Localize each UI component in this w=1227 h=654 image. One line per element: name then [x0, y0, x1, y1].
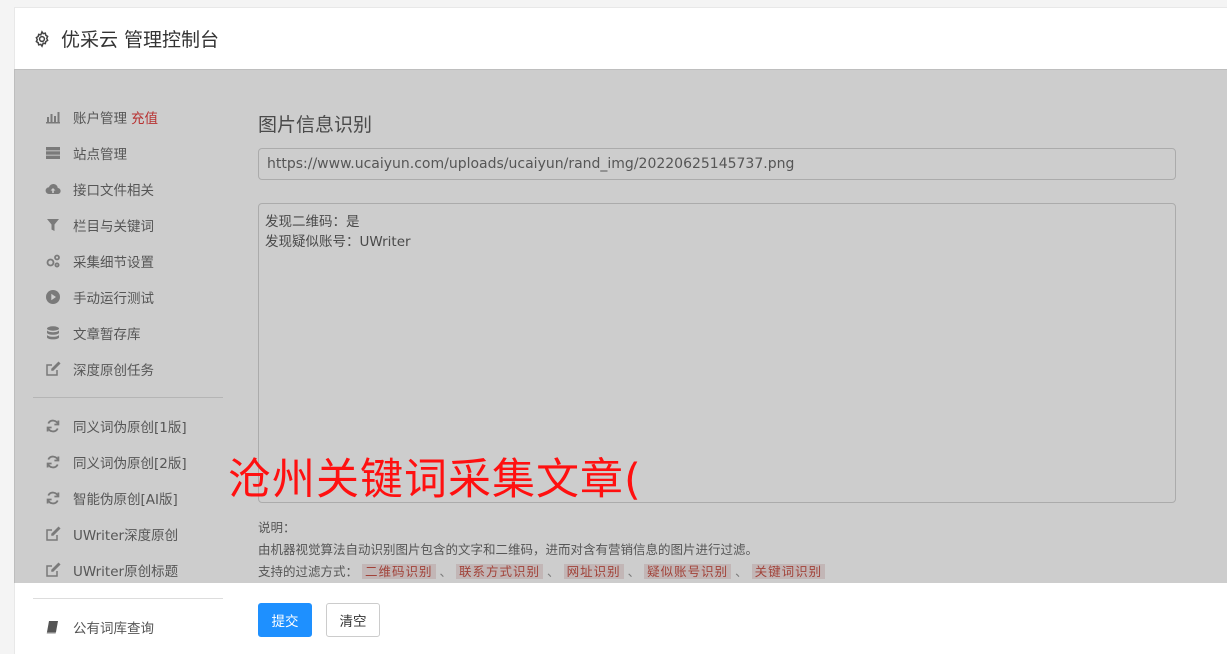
image-url-input[interactable] — [258, 148, 1176, 180]
edit-icon — [46, 361, 61, 376]
sidebar-item-label: 公有词库查询 — [73, 621, 154, 637]
sidebar-item-label: UWriter深度原创 — [73, 528, 179, 544]
sidebar-item-label: 账户管理 — [73, 111, 127, 127]
sidebar-item-deep-original-task[interactable]: 深度原创任务 — [45, 357, 154, 381]
sidebar-item-api-files[interactable]: 接口文件相关 — [45, 177, 154, 201]
sidebar-item-label: 文章暂存库 — [73, 327, 141, 343]
filter-separator: 、 — [627, 564, 641, 579]
description: 说明： 由机器视觉算法自动识别图片包含的文字和二维码，进而对含有营销信息的图片进… — [258, 517, 826, 583]
sidebar-item-label: 智能伪原创[AI版] — [73, 492, 178, 508]
sidebar-item-label: 栏目与关键词 — [73, 219, 154, 235]
refresh-icon — [46, 419, 60, 433]
gears-icon — [46, 254, 60, 268]
sidebar-item-columns-keywords[interactable]: 栏目与关键词 — [45, 213, 154, 237]
refresh-icon — [46, 491, 60, 505]
sidebar-item-synonym-v2[interactable]: 同义词伪原创[2版] — [45, 450, 187, 474]
sidebar-item-label: UWriter原创标题 — [73, 564, 179, 580]
sidebar-item-public-lexicon[interactable]: 公有词库查询 — [45, 615, 154, 639]
sidebar-item-manual-run[interactable]: 手动运行测试 — [45, 285, 154, 309]
sidebar-item-label: 深度原创任务 — [73, 363, 154, 379]
sidebar-item-article-storage[interactable]: 文章暂存库 — [45, 321, 141, 345]
bar-chart-icon — [46, 112, 60, 124]
sidebar-item-collect-settings[interactable]: 采集细节设置 — [45, 249, 154, 273]
filter-separator: 、 — [547, 564, 560, 579]
sidebar-item-label: 同义词伪原创[1版] — [73, 420, 187, 436]
server-icon — [46, 147, 60, 159]
sidebar: 账户管理 充值 站点管理 接口文件相关 栏目与关键词 采集细节设置 手动运行测试… — [15, 70, 237, 654]
sidebar-divider — [33, 598, 223, 599]
database-icon — [47, 326, 59, 340]
sidebar-item-label: 采集细节设置 — [73, 255, 154, 271]
desc-heading: 说明： — [258, 520, 296, 535]
app-title: 优采云 管理控制台 — [61, 29, 220, 51]
sidebar-item-label: 手动运行测试 — [73, 291, 154, 307]
filter-tag-qrcode: 二维码识别 — [362, 564, 436, 579]
cloud-upload-icon — [45, 183, 61, 195]
filter-methods: 支持的过滤方式： 二维码识别、联系方式识别、网址识别、疑似账号识别、关键词识别 — [258, 561, 826, 583]
filter-separator: 、 — [439, 564, 453, 579]
sidebar-item-uwriter-title[interactable]: UWriter原创标题 — [45, 558, 178, 582]
desc-line: 由机器视觉算法自动识别图片包含的文字和二维码，进而对含有营销信息的图片进行过滤。 — [258, 542, 759, 557]
filter-icon — [47, 219, 59, 231]
sidebar-item-uwriter-deep[interactable]: UWriter深度原创 — [45, 522, 178, 546]
sidebar-item-account[interactable]: 账户管理 充值 — [45, 105, 158, 129]
sidebar-divider — [33, 397, 223, 398]
filter-label: 支持的过滤方式： — [258, 564, 359, 579]
app-header: 优采云 管理控制台 — [15, 8, 1227, 70]
gear-icon — [35, 29, 49, 48]
recharge-badge[interactable]: 充值 — [131, 107, 158, 127]
filter-tag-account: 疑似账号识别 — [644, 564, 732, 579]
clear-button[interactable]: 清空 — [326, 603, 380, 637]
filter-tag-contact: 联系方式识别 — [456, 564, 544, 579]
edit-icon — [46, 526, 61, 541]
sidebar-item-sites[interactable]: 站点管理 — [45, 141, 127, 165]
sidebar-item-synonym-v1[interactable]: 同义词伪原创[1版] — [45, 414, 187, 438]
filter-separator: 、 — [735, 564, 748, 579]
refresh-icon — [46, 455, 60, 469]
filter-tag-url: 网址识别 — [563, 564, 624, 579]
section-title: 图片信息识别 — [258, 114, 373, 136]
filter-tag-keyword: 关键词识别 — [751, 564, 826, 579]
console-window: 优采云 管理控制台 账户管理 充值 站点管理 接口文件相关 栏目与关键词 采集细… — [14, 7, 1227, 654]
sidebar-item-ai-rewrite[interactable]: 智能伪原创[AI版] — [45, 486, 178, 510]
play-icon — [46, 290, 60, 304]
submit-button[interactable]: 提交 — [258, 603, 312, 637]
book-icon — [46, 621, 58, 634]
sidebar-item-label: 同义词伪原创[2版] — [73, 456, 187, 472]
edit-icon — [46, 562, 61, 577]
sidebar-item-label: 接口文件相关 — [73, 183, 154, 199]
watermark-text: 沧州关键词采集文章( — [228, 455, 642, 505]
sidebar-item-label: 站点管理 — [73, 147, 127, 163]
